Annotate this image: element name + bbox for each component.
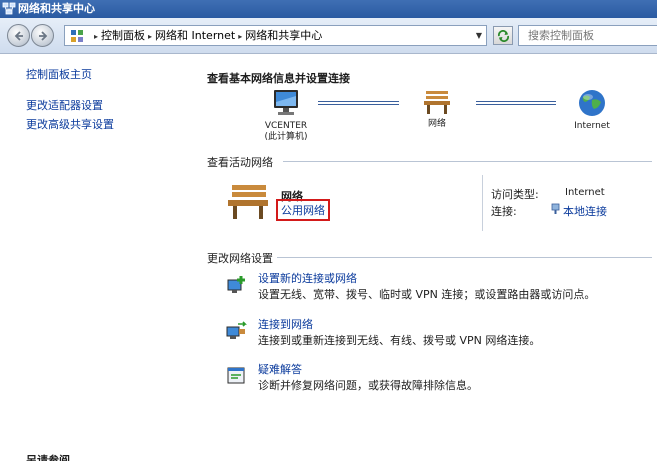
map-link [476, 101, 556, 105]
control-panel-icon [71, 30, 83, 42]
ethernet-icon [551, 203, 560, 214]
section-divider [283, 161, 652, 162]
back-button[interactable] [7, 24, 30, 47]
map-network[interactable]: 网络 [409, 88, 465, 130]
chevron-right-icon[interactable]: ▸ [148, 32, 152, 41]
map-link [318, 101, 399, 105]
network-label: 网络 [427, 119, 446, 129]
map-computer[interactable]: VCENTER (此计算机) [255, 88, 317, 143]
bench-icon [424, 91, 450, 114]
task-description: 诊断并修复网络问题，或获得故障排除信息。 [258, 379, 478, 392]
globe-icon [579, 90, 605, 116]
bench-icon [228, 185, 268, 219]
network-type-link[interactable]: 公用网络 [276, 199, 330, 221]
arrow-left-icon [14, 31, 23, 41]
breadcrumb[interactable]: ▸ 控制面板 ▸ 网络和 Internet ▸ 网络和共享中心 ▼ [64, 25, 487, 46]
crumb-network-center[interactable]: 网络和共享中心 [245, 29, 322, 42]
connect-to-network-link[interactable]: 连接到网络 [258, 316, 313, 332]
connect-network-icon [226, 321, 247, 339]
page-title: 查看基本网络信息并设置连接 [207, 72, 350, 85]
access-type-label: 访问类型: [491, 188, 539, 201]
chevron-down-icon[interactable]: ▼ [476, 26, 482, 45]
network-center-icon [2, 2, 16, 15]
task-description: 连接到或重新连接到无线、有线、拨号或 VPN 网络连接。 [258, 334, 541, 347]
active-networks-heading: 查看活动网络 [207, 156, 273, 169]
search-input[interactable] [519, 26, 657, 45]
refresh-icon [498, 30, 509, 42]
chevron-right-icon: ▸ [94, 32, 99, 41]
search-box[interactable] [518, 25, 657, 46]
connection-label: 连接: [491, 205, 517, 218]
troubleshoot-link[interactable]: 疑难解答 [258, 361, 302, 377]
nav-control-panel-home[interactable]: 控制面板主页 [26, 66, 92, 82]
section-divider [277, 257, 652, 258]
address-toolbar: ▸ 控制面板 ▸ 网络和 Internet ▸ 网络和共享中心 ▼ [0, 18, 657, 54]
chevron-right-icon[interactable]: ▸ [238, 32, 242, 41]
task-description: 设置无线、宽带、拨号、临时或 VPN 连接；或设置路由器或访问点。 [258, 288, 596, 301]
divider [482, 175, 483, 231]
setup-connection-link[interactable]: 设置新的连接或网络 [258, 270, 357, 286]
troubleshoot-icon [227, 367, 245, 384]
computer-sub: (此计算机) [264, 132, 308, 142]
nav-change-adapter-settings[interactable]: 更改适配器设置 [26, 97, 103, 113]
map-internet[interactable]: Internet [562, 88, 622, 132]
refresh-button[interactable] [493, 26, 513, 45]
see-also-heading: 另请参阅 [26, 454, 70, 461]
crumb-network-internet[interactable]: 网络和 Internet [155, 29, 235, 42]
local-connection-link[interactable]: 本地连接 [563, 203, 607, 219]
forward-button[interactable] [31, 24, 54, 47]
new-connection-icon [227, 276, 245, 293]
title-bar: 网络和共享中心 [0, 0, 657, 18]
access-type-value: Internet [565, 187, 605, 198]
window-title: 网络和共享中心 [18, 2, 95, 15]
nav-advanced-sharing-settings[interactable]: 更改高级共享设置 [26, 116, 114, 132]
computer-icon [274, 90, 298, 115]
internet-label: Internet [574, 121, 610, 131]
arrow-right-icon [39, 31, 48, 41]
computer-name: VCENTER [264, 121, 308, 131]
change-settings-heading: 更改网络设置 [207, 252, 273, 265]
crumb-control-panel[interactable]: 控制面板 [101, 29, 145, 42]
breadcrumb-trail: ▸ 控制面板 ▸ 网络和 Internet ▸ 网络和共享中心 [91, 26, 322, 45]
